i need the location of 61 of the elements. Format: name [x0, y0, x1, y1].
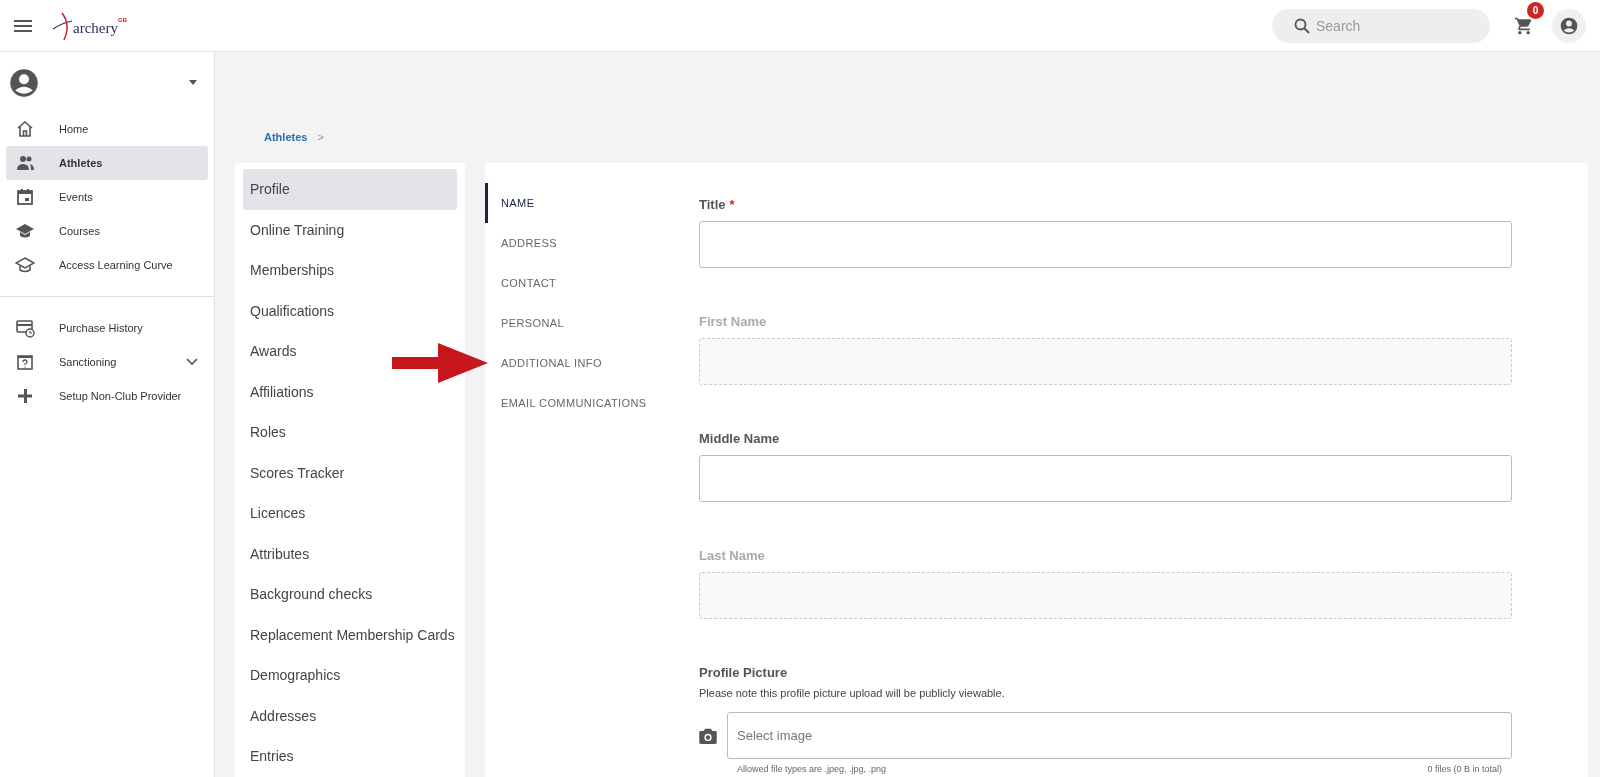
section-menu-item[interactable]: Background checks — [243, 574, 380, 615]
section-menu-item[interactable]: Awards — [243, 331, 304, 372]
field-note: Please note this profile picture upload will be publicly viewable. — [699, 687, 1006, 699]
search-icon — [1294, 17, 1310, 34]
section-menu-item[interactable]: Qualifications — [243, 290, 342, 331]
profile-tab[interactable]: NAME — [485, 183, 699, 223]
profile-tab[interactable]: CONTACT — [485, 263, 699, 303]
user-icon — [1559, 15, 1579, 36]
section-menu-item[interactable]: Entries — [243, 736, 301, 777]
user-avatar-icon — [9, 68, 39, 98]
people-icon — [15, 153, 35, 173]
home-icon — [15, 119, 35, 139]
field-label: First Name — [699, 314, 768, 329]
menu-icon[interactable] — [14, 19, 32, 32]
input-field[interactable] — [699, 221, 1512, 268]
search-field[interactable]: Search — [1272, 8, 1490, 43]
section-menu-item[interactable]: Affiliations — [243, 371, 321, 412]
breadcrumb-separator: > — [317, 131, 324, 143]
profile-tab[interactable]: ADDITIONAL INFO — [485, 343, 699, 383]
profile-tab[interactable]: EMAIL COMMUNICATIONS — [485, 383, 699, 423]
section-menu-item[interactable]: Replacement Membership Cards — [243, 614, 462, 655]
profile-tab[interactable]: PERSONAL — [485, 303, 699, 343]
field-label: Last Name — [699, 548, 766, 563]
graduation-cap-outline-icon — [15, 255, 35, 275]
section-menu-item[interactable]: Memberships — [243, 250, 342, 291]
sidebar-item[interactable]: Access Learning Curve — [6, 248, 208, 282]
section-menu-item[interactable]: Profile — [243, 169, 457, 210]
file-input-field[interactable]: Select image — [727, 712, 1512, 759]
breadcrumb-link[interactable]: Athletes — [264, 131, 308, 143]
field-label: Profile Picture — [699, 665, 789, 680]
plus-icon — [15, 386, 35, 406]
sidebar-item[interactable]: Home — [6, 112, 208, 146]
section-menu-item[interactable]: Demographics — [243, 655, 348, 696]
section-menu-item[interactable]: Addresses — [243, 695, 324, 736]
card-clock-icon — [15, 318, 35, 338]
camera-icon[interactable] — [699, 727, 717, 744]
section-menu-item[interactable]: Attributes — [243, 533, 317, 574]
sidebar-item[interactable]: Athletes — [6, 146, 208, 180]
logo[interactable]: archery$^{GB}$ — [52, 10, 127, 41]
field-label: Middle Name — [699, 431, 781, 446]
required-asterisk: * — [729, 197, 735, 212]
sidebar-item[interactable]: Events — [6, 180, 208, 214]
profile-tab[interactable]: ADDRESS — [485, 223, 699, 263]
sidebar-item[interactable]: Sanctioning — [6, 345, 208, 379]
field-label: Title * — [699, 197, 736, 212]
cart-icon[interactable] — [1514, 15, 1534, 36]
cart-count-badge: 0 — [1527, 1, 1544, 19]
calendar-question-icon — [15, 352, 35, 372]
section-menu-item[interactable]: Roles — [243, 412, 293, 453]
dropdown-caret-icon[interactable] — [188, 80, 198, 86]
sidebar-item[interactable]: Setup Non-Club Provider — [6, 379, 208, 413]
file-type-hint: Allowed file types are .jpeg, .jpg, .png — [737, 764, 887, 774]
section-menu-item[interactable]: Scores Tracker — [243, 452, 352, 493]
sidebar-item[interactable]: Courses — [6, 214, 208, 248]
section-menu-item[interactable]: Licences — [243, 493, 313, 534]
file-count: 0 files (0 B in total) — [1427, 764, 1502, 774]
section-menu-item[interactable]: Online Training — [243, 209, 352, 250]
calendar-icon — [15, 187, 35, 207]
input-field[interactable] — [699, 455, 1512, 502]
sidebar-item[interactable]: Purchase History — [6, 311, 208, 345]
account-button[interactable] — [1552, 8, 1586, 43]
